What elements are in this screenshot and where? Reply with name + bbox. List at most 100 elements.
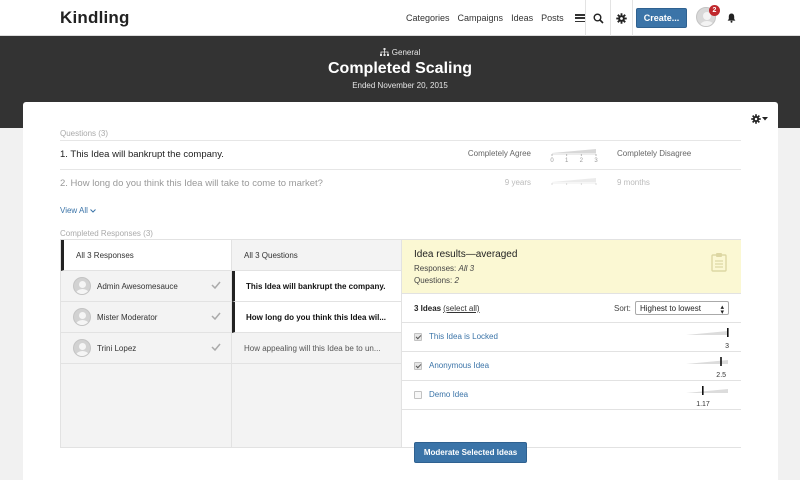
ideas-toolbar: 3 Ideas (select all) Sort: Highest to low… (402, 294, 741, 323)
idea-checkbox[interactable] (414, 362, 422, 370)
responses-value: All 3 (458, 264, 475, 273)
main-card: Questions (3) 1. This Idea will bankrupt… (23, 102, 778, 480)
idea-score-meter: 2.5 (685, 356, 729, 379)
meter-track (686, 331, 728, 335)
idea-link[interactable]: Demo Idea (429, 390, 468, 399)
idea-score-value: 2.5 (716, 372, 727, 379)
response-item[interactable]: Trini Lopez (61, 333, 231, 364)
responses-column: All 3 Responses Admin Awesomesauce Miste… (61, 240, 232, 447)
scale-tick-label: 1 (565, 158, 569, 164)
idea-score-value: 3 (725, 343, 729, 350)
responses-section-label: Completed Responses (3) (60, 229, 153, 238)
response-item[interactable]: Mister Moderator (61, 302, 231, 333)
scale-high-label: 9 months (617, 178, 650, 187)
idea-score-meter: 3 (685, 327, 729, 350)
question-text: 2. How long do you think this Idea will … (60, 178, 323, 189)
sort-select[interactable]: Highest to lowest ▴ ▾ (635, 301, 729, 316)
all-responses-tab[interactable]: All 3 Responses (61, 240, 231, 271)
nav-divider (585, 0, 586, 36)
notification-badge: 2 (709, 5, 720, 16)
bell-icon[interactable] (723, 10, 739, 26)
scale-mini-chart: 0 1 2 3 (550, 149, 598, 164)
avatar (73, 308, 91, 326)
respondent-name: Admin Awesomesauce (97, 282, 178, 291)
idea-link[interactable]: Anonymous Idea (429, 361, 489, 370)
results-questions: Questions: 2 (414, 276, 459, 285)
responses-label: Responses: (414, 264, 457, 273)
scale-high-label: Completely Disagree (617, 149, 692, 158)
nav-link-categories[interactable]: Categories (406, 13, 450, 23)
idea-row: Anonymous Idea 2.5 (402, 352, 741, 381)
meter-track (686, 389, 728, 393)
scale-low-label: 9 years (504, 178, 531, 187)
select-arrows-icon: ▾ (720, 309, 724, 316)
select-all-link[interactable]: (select all) (443, 304, 479, 313)
nav-links: Categories Campaigns Ideas Posts (406, 0, 597, 36)
questions-label: Questions: (414, 276, 453, 285)
settings-dropdown[interactable] (751, 112, 769, 126)
check-icon (211, 343, 221, 351)
idea-checkbox[interactable] (414, 391, 422, 399)
moderate-selected-button[interactable]: Moderate Selected Ideas (414, 442, 527, 463)
category-label: General (391, 48, 421, 57)
create-button[interactable]: Create... (636, 8, 687, 28)
scale-tick-label: 2 (580, 158, 584, 164)
question-filter-item[interactable]: This Idea will bankrupt the company. (232, 271, 401, 302)
user-avatar[interactable]: 2 (696, 5, 720, 29)
view-all-label: View All (60, 206, 88, 215)
idea-checkbox[interactable] (414, 333, 422, 341)
idea-row: This Idea is Locked 3 (402, 323, 741, 352)
page-title: Completed Scaling (327, 60, 473, 77)
app-logo[interactable]: Kindling (60, 8, 130, 28)
page-subtitle: Ended November 20, 2015 (352, 81, 448, 90)
idea-link[interactable]: This Idea is Locked (429, 332, 498, 341)
respondent-name: Mister Moderator (97, 313, 158, 322)
scale-low-label: Completely Agree (467, 149, 531, 158)
check-icon (211, 281, 221, 289)
all-questions-tab[interactable]: All 3 Questions (232, 240, 401, 271)
caret-down-icon (762, 117, 768, 121)
idea-score-value: 1.17 (696, 401, 710, 408)
scale-mini-chart (551, 178, 597, 185)
search-icon[interactable] (590, 10, 606, 26)
hierarchy-icon (379, 48, 389, 56)
ideas-count: 3 Ideas (select all) (414, 304, 480, 313)
nav-link-campaigns[interactable]: Campaigns (458, 13, 504, 23)
nav-divider (610, 0, 611, 36)
questions-section-label: Questions (3) (60, 129, 109, 138)
nav-link-ideas[interactable]: Ideas (511, 13, 533, 23)
questions-value: 2 (454, 276, 459, 285)
nav-divider (632, 0, 633, 36)
top-navbar: Kindling Categories Campaigns Ideas Post… (0, 0, 800, 36)
clipboard-icon (711, 253, 727, 272)
question-row: 1. This Idea will bankrupt the company. … (60, 141, 741, 169)
results-title: Idea results—averaged (414, 249, 518, 260)
meter-marker (702, 386, 704, 395)
chevron-down-icon (90, 209, 96, 213)
question-filter-item[interactable]: How long do you think this Idea wil... (232, 302, 401, 333)
gear-icon[interactable] (613, 10, 629, 26)
nav-link-posts[interactable]: Posts (541, 13, 564, 23)
results-panel: Idea results—averaged Responses: All 3 Q… (402, 240, 741, 463)
responses-grid: All 3 Responses Admin Awesomesauce Miste… (60, 239, 741, 463)
scale-tick-label: 0 (550, 158, 554, 164)
questions-column: All 3 Questions This Idea will bankrupt … (232, 240, 402, 447)
gear-icon (751, 114, 761, 124)
results-header: Idea results—averaged Responses: All 3 Q… (402, 240, 741, 294)
ideas-list: This Idea is Locked 3 Anonymous Idea 2.5… (402, 323, 741, 410)
check-icon (211, 312, 221, 320)
sort-label: Sort: (614, 304, 631, 313)
avatar (73, 339, 91, 357)
response-item[interactable]: Admin Awesomesauce (61, 271, 231, 302)
scale-tick-label: 3 (594, 158, 598, 164)
meter-marker (720, 357, 722, 366)
question-row: 2. How long do you think this Idea will … (60, 170, 741, 198)
menu-icon[interactable] (574, 14, 585, 22)
idea-row: Demo Idea 1.17 (402, 381, 741, 410)
avatar (73, 277, 91, 295)
sort-value: Highest to lowest (640, 303, 701, 313)
results-responses: Responses: All 3 (414, 264, 474, 273)
category-breadcrumb[interactable]: General (0, 48, 800, 57)
question-filter-item[interactable]: How appealing will this Idea be to un... (232, 333, 401, 364)
view-all-link[interactable]: View All (60, 206, 96, 215)
